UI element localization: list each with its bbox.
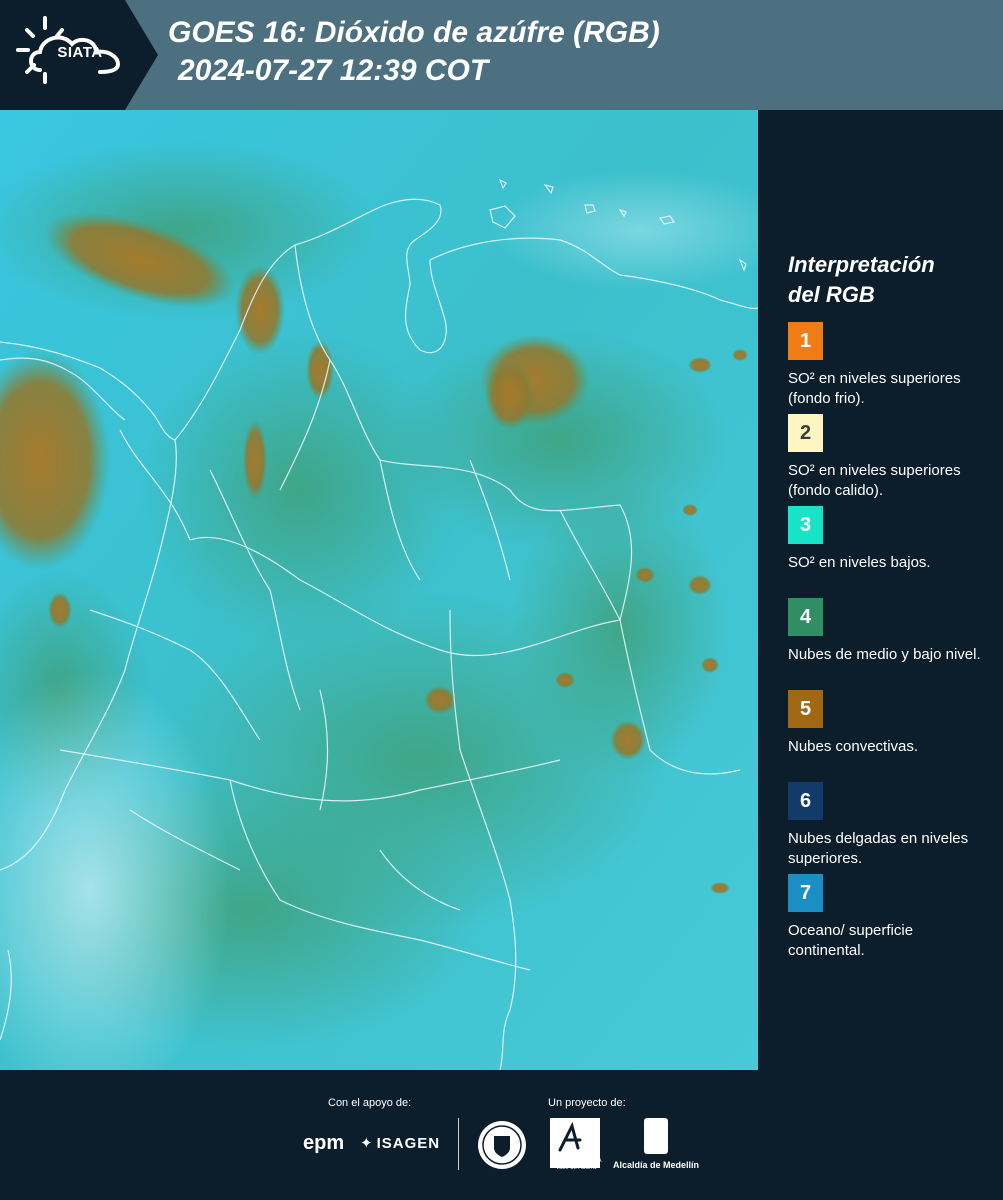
legend-item-2: 2 SO² en niveles superiores (fondo calido… (788, 414, 988, 506)
isagen-logo: ✦ ISAGEN (360, 1134, 440, 1152)
epm-logo: epm (303, 1132, 345, 1154)
legend-item-1: 1 SO² en niveles superiores (fondo frio). (788, 322, 988, 414)
satellite-map-image (0, 110, 758, 1070)
alcaldia-text: Alcaldía de Medellín (613, 1160, 700, 1170)
legend-label: Oceano/ superficie continental. (788, 922, 914, 959)
amva-line1: METROPOLITANA (550, 1158, 602, 1164)
legend-label: SO² en niveles superiores (fondo calido)… (788, 462, 961, 499)
legend-title-line1: Interpretación (788, 252, 935, 277)
legend-swatch: 1 (788, 322, 823, 360)
title-line1: GOES 16: Dióxido de azúfre (RGB) (168, 16, 660, 49)
legend-label: Nubes de medio y bajo nivel. (788, 646, 981, 663)
legend-items: 1 SO² en niveles superiores (fondo frio).… (788, 322, 988, 966)
footer-divider (458, 1118, 459, 1170)
legend-item-5: 5 Nubes convectivas. (788, 690, 988, 782)
legend-label: Nubes convectivas. (788, 738, 919, 755)
alcaldia-emblem-icon (644, 1118, 668, 1154)
legend-swatch: 5 (788, 690, 823, 728)
legend: Interpretación del RGB 1 SO² en niveles s… (788, 250, 988, 966)
header: SIATA GOES 16: Dióxido de azúfre (RGB) 2… (0, 0, 1003, 110)
legend-swatch: 3 (788, 506, 823, 544)
legend-swatch: 7 (788, 874, 823, 912)
siata-logo: SIATA (0, 0, 160, 110)
legend-label: Nubes delgadas en niveles superiores. (788, 830, 969, 867)
legend-swatch: 4 (788, 598, 823, 636)
page-title: GOES 16: Dióxido de azúfre (RGB) 2024-07… (168, 14, 660, 90)
legend-swatch: 2 (788, 414, 823, 452)
isagen-text: ISAGEN (376, 1135, 441, 1152)
area-metropolitana-text: METROPOLITANA Valle de Aburrá (548, 1158, 604, 1172)
legend-item-7: 7 Oceano/ superficie continental. (788, 874, 988, 966)
legend-item-6: 6 Nubes delgadas en niveles superiores. (788, 782, 988, 874)
footer: Con el apoyo de: Un proyecto de: epm ✦ IS… (0, 1070, 1003, 1200)
legend-item-3: 3 SO² en niveles bajos. (788, 506, 988, 598)
legend-label: SO² en niveles superiores (fondo frio). (788, 370, 961, 407)
isagen-mark-icon: ✦ (360, 1135, 374, 1152)
legend-item-4: 4 Nubes de medio y bajo nivel. (788, 598, 988, 690)
satellite-map (0, 110, 758, 1070)
legend-swatch: 6 (788, 782, 823, 820)
logo-text: SIATA (57, 44, 103, 61)
medellin-seal-icon (478, 1121, 526, 1169)
legend-title: Interpretación del RGB (788, 250, 988, 310)
title-timestamp: 2024-07-27 12:39 COT (178, 54, 489, 87)
support-label: Con el apoyo de: (328, 1097, 412, 1109)
amva-line2: Valle de Aburrá (555, 1165, 597, 1171)
project-label: Un proyecto de: (548, 1097, 626, 1109)
legend-label: SO² en niveles bajos. (788, 554, 931, 571)
legend-title-line2: del RGB (788, 282, 875, 307)
